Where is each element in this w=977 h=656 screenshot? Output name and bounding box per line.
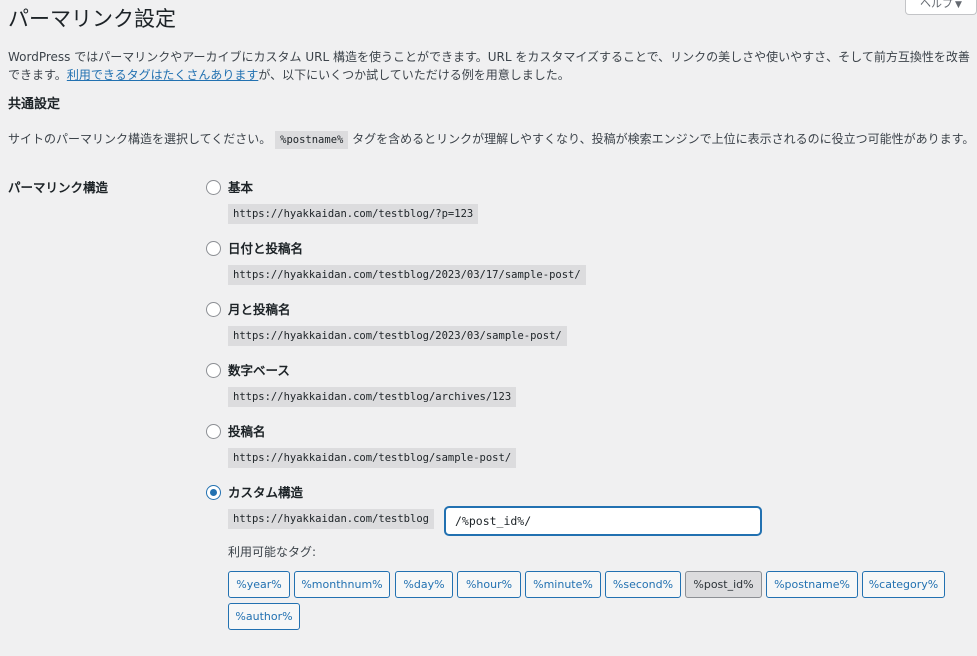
radio-month-name[interactable] [206, 302, 221, 317]
help-tab[interactable]: ヘルプ ▼ [905, 0, 977, 15]
available-tags-link[interactable]: 利用できるタグはたくさんあります [67, 68, 259, 82]
option-post-name-example: https://hyakkaidan.com/testblog/sample-p… [228, 448, 517, 468]
option-plain-example: https://hyakkaidan.com/testblog/?p=123 [228, 204, 479, 224]
option-day-name-example: https://hyakkaidan.com/testblog/2023/03/… [228, 265, 586, 285]
intro-paragraph: WordPress ではパーマリンクやアーカイブにカスタム URL 構造を使うこ… [8, 48, 976, 84]
option-month-name-label[interactable]: 月と投稿名 [228, 301, 291, 319]
intro-text-2: が、以下にいくつか試していただける例を用意しました。 [258, 68, 570, 82]
option-day-name-label[interactable]: 日付と投稿名 [228, 240, 303, 258]
tag-button-author[interactable]: %author% [228, 603, 300, 630]
radio-post-name[interactable] [206, 424, 221, 439]
option-custom-label[interactable]: カスタム構造 [228, 484, 303, 502]
radio-numeric[interactable] [206, 363, 221, 378]
tag-button-hour[interactable]: %hour% [457, 571, 521, 598]
caret-down-icon: ▼ [955, 0, 962, 10]
help-tab-label: ヘルプ [920, 0, 954, 10]
tag-button-minute[interactable]: %minute% [525, 571, 601, 598]
section-description: サイトのパーマリンク構造を選択してください。 %postname% タグを含める… [8, 129, 974, 150]
tag-button-post-id[interactable]: %post_id% [685, 571, 762, 598]
option-numeric-example: https://hyakkaidan.com/testblog/archives… [228, 387, 517, 407]
custom-structure-input[interactable] [445, 507, 761, 535]
option-plain-label[interactable]: 基本 [228, 179, 253, 197]
tag-button-postname[interactable]: %postname% [766, 571, 858, 598]
tag-button-year[interactable]: %year% [228, 571, 290, 598]
section-heading: 共通設定 [8, 97, 61, 112]
radio-plain[interactable] [206, 180, 221, 195]
desc-before: サイトのパーマリンク構造を選択してください。 [8, 132, 272, 146]
option-custom-prefix: https://hyakkaidan.com/testblog [228, 509, 434, 529]
radio-custom[interactable] [206, 485, 221, 500]
option-numeric-label[interactable]: 数字ベース [228, 362, 290, 380]
tag-button-second[interactable]: %second% [605, 571, 681, 598]
postname-code: %postname% [275, 131, 349, 149]
option-month-name-example: https://hyakkaidan.com/testblog/2023/03/… [228, 326, 567, 346]
permalink-structure-label: パーマリンク構造 [8, 180, 109, 195]
radio-day-name[interactable] [206, 241, 221, 256]
tag-button-day[interactable]: %day% [395, 571, 453, 598]
page-title: パーマリンク設定 [8, 7, 176, 31]
desc-after: タグを含めるとリンクが理解しやすくなり、投稿が検索エンジンで上位に表示されるのに… [352, 132, 975, 146]
tag-button-monthnum[interactable]: %monthnum% [294, 571, 390, 598]
option-post-name-label[interactable]: 投稿名 [228, 423, 266, 441]
available-tags-label: 利用可能なタグ: [228, 545, 317, 559]
tag-button-category[interactable]: %category% [862, 571, 945, 598]
